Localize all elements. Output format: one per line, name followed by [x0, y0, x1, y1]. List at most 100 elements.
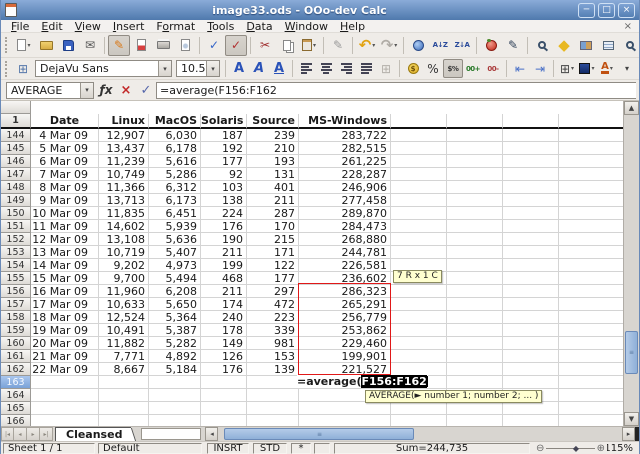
cell[interactable] — [559, 259, 625, 272]
hyperlink-icon[interactable] — [407, 35, 429, 56]
cell-solaris[interactable]: 138 — [201, 194, 247, 207]
cell[interactable] — [391, 298, 447, 311]
scroll-up-icon[interactable]: ▲ — [624, 101, 639, 115]
cell-source[interactable]: 297 — [247, 285, 299, 298]
merge-cells-icon[interactable]: ⊞ — [376, 59, 396, 78]
cell-c1[interactable]: MacOS — [149, 114, 201, 129]
chevron-down-icon[interactable]: ▾ — [27, 42, 30, 49]
cell[interactable] — [201, 389, 247, 402]
font-size-combo[interactable]: 10.5 ▾ — [176, 60, 220, 77]
cell-source[interactable]: 131 — [247, 168, 299, 181]
vertical-scrollbar-thumb[interactable]: ≡ — [625, 331, 638, 374]
cell[interactable] — [391, 324, 447, 337]
cell-source[interactable]: 287 — [247, 207, 299, 220]
cell[interactable] — [447, 415, 503, 426]
print-icon[interactable] — [152, 35, 174, 56]
cell-date[interactable]: 6 Mar 09 — [31, 155, 99, 168]
row-header[interactable]: 146 — [1, 155, 31, 168]
cell-source[interactable]: 153 — [247, 350, 299, 363]
export-pdf-icon[interactable] — [130, 35, 152, 56]
copy-icon[interactable] — [276, 35, 298, 56]
new-document-icon[interactable]: ▾ — [13, 35, 35, 56]
cell-linux[interactable]: 11,882 — [99, 337, 149, 350]
cell[interactable] — [503, 114, 559, 129]
cell[interactable] — [149, 389, 201, 402]
cell-date[interactable]: 11 Mar 09 — [31, 220, 99, 233]
maximize-button[interactable]: □ — [598, 3, 615, 18]
cell-source[interactable]: 171 — [247, 246, 299, 259]
close-button[interactable]: × — [618, 3, 635, 18]
cell-solaris[interactable]: 192 — [201, 142, 247, 155]
cell-edit-overlay[interactable]: =average(F156:F162 — [297, 375, 428, 388]
cell[interactable] — [201, 376, 247, 389]
cell[interactable] — [299, 402, 391, 415]
row-header[interactable]: 154 — [1, 259, 31, 272]
cell[interactable] — [99, 402, 149, 415]
cell-mswindows[interactable]: 284,473 — [299, 220, 391, 233]
cell-solaris[interactable]: 92 — [201, 168, 247, 181]
cell[interactable] — [247, 415, 299, 426]
align-center-icon[interactable] — [316, 59, 336, 78]
cell-macos[interactable]: 5,184 — [149, 363, 201, 376]
cell-date[interactable]: 5 Mar 09 — [31, 142, 99, 155]
row-header[interactable]: 148 — [1, 181, 31, 194]
zoom-slider[interactable]: ⊖ ◆ ⊕ — [534, 443, 607, 454]
cell-mswindows[interactable]: 229,460 — [299, 337, 391, 350]
cell[interactable] — [503, 324, 559, 337]
row-header[interactable]: 165 — [1, 402, 31, 415]
cell[interactable] — [559, 168, 625, 181]
row-header[interactable]: 153 — [1, 246, 31, 259]
cell-mswindows[interactable]: 282,515 — [299, 142, 391, 155]
cell-source[interactable]: 401 — [247, 181, 299, 194]
align-left-icon[interactable] — [296, 59, 316, 78]
cut-icon[interactable]: ✂ — [254, 35, 276, 56]
cell[interactable] — [391, 142, 447, 155]
cell-date[interactable]: 19 Mar 09 — [31, 324, 99, 337]
cell-linux[interactable]: 12,907 — [99, 129, 149, 142]
cell-mswindows[interactable]: 289,870 — [299, 207, 391, 220]
scroll-left-icon[interactable]: ◂ — [205, 427, 218, 441]
close-document-icon[interactable]: × — [620, 21, 636, 32]
zoom-slider-track[interactable]: ◆ — [546, 448, 594, 449]
cell[interactable] — [559, 363, 625, 376]
cell-solaris[interactable]: 468 — [201, 272, 247, 285]
cell-macos[interactable]: 6,312 — [149, 181, 201, 194]
cell[interactable] — [559, 298, 625, 311]
cell[interactable] — [559, 233, 625, 246]
cell-e1[interactable]: Source — [247, 114, 299, 129]
cell[interactable] — [447, 285, 503, 298]
formula-input[interactable]: =average(F156:F162 — [156, 82, 636, 99]
cell[interactable] — [503, 363, 559, 376]
cell-source[interactable]: 239 — [247, 129, 299, 142]
cell-source[interactable]: 139 — [247, 363, 299, 376]
cell-macos[interactable]: 6,451 — [149, 207, 201, 220]
cell[interactable] — [391, 233, 447, 246]
cell[interactable] — [559, 324, 625, 337]
chevron-down-icon[interactable]: ▾ — [80, 83, 93, 98]
cell-linux[interactable]: 9,700 — [99, 272, 149, 285]
cell[interactable] — [391, 207, 447, 220]
row-header[interactable]: 162 — [1, 363, 31, 376]
cell[interactable] — [447, 376, 503, 389]
cell[interactable] — [391, 402, 447, 415]
row-header[interactable]: 158 — [1, 311, 31, 324]
cell-mswindows[interactable]: 253,862 — [299, 324, 391, 337]
currency-format-icon[interactable]: $ — [403, 59, 423, 78]
cell[interactable] — [559, 337, 625, 350]
navigator-icon[interactable]: ◆ — [553, 35, 575, 56]
data-sources-icon[interactable] — [597, 35, 619, 56]
chart-icon[interactable] — [480, 35, 502, 56]
cell-macos[interactable]: 5,387 — [149, 324, 201, 337]
cell[interactable] — [247, 389, 299, 402]
cell-mswindows[interactable]: 236,602 — [299, 272, 391, 285]
cell-solaris[interactable]: 126 — [201, 350, 247, 363]
cell-solaris[interactable]: 177 — [201, 155, 247, 168]
cell[interactable] — [447, 220, 503, 233]
toolbar-grip[interactable] — [5, 37, 10, 53]
cell[interactable] — [447, 114, 503, 129]
cell-linux[interactable]: 11,366 — [99, 181, 149, 194]
cell-linux[interactable]: 13,437 — [99, 142, 149, 155]
draw-functions-icon[interactable]: ✎ — [502, 35, 524, 56]
cell[interactable] — [559, 415, 625, 426]
borders-icon[interactable]: ⊞▾ — [557, 59, 577, 78]
